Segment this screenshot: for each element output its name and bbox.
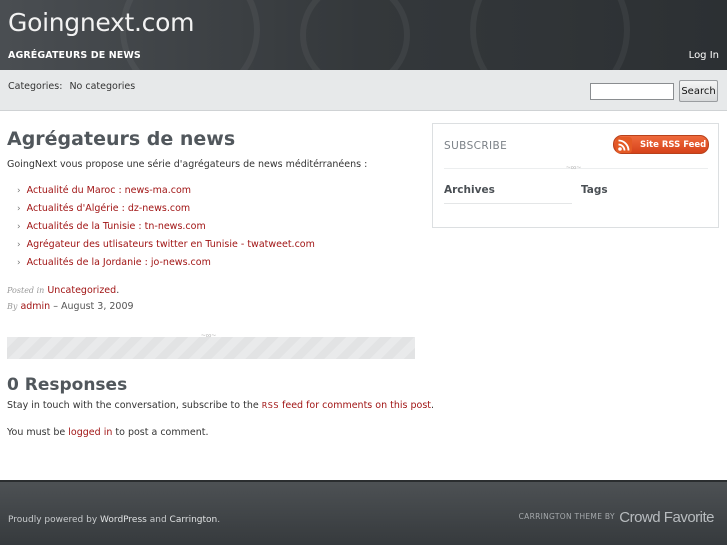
list-item: › Actualités de la Jordanie : jo-news.com xyxy=(17,257,315,275)
sidebar: SUBSCRIBE Site RSS Feed ~∞~ Archives Tag… xyxy=(432,123,719,228)
header-ornament xyxy=(300,0,410,70)
bullet-icon: › xyxy=(17,204,21,214)
login-to-comment-text: You must be logged in to post a comment. xyxy=(7,427,208,438)
aggregator-link[interactable]: Agrégateur des utlisateurs twitter en Tu… xyxy=(27,239,315,250)
site-title-link[interactable]: Goingnext.com xyxy=(8,8,194,37)
posted-in-label: Posted in xyxy=(7,286,45,295)
by-label: By xyxy=(7,302,18,311)
logged-in-link[interactable]: logged in xyxy=(68,427,112,438)
site-tagline: AGRÉGATEURS DE NEWS xyxy=(8,50,141,61)
bullet-icon: › xyxy=(17,240,21,250)
subscribe-comments-text: Stay in touch with the conversation, sub… xyxy=(7,400,434,411)
site-footer: Proudly powered by WordPress and Carring… xyxy=(0,480,727,545)
aggregator-link-list: › Actualité du Maroc : news-ma.com › Actua… xyxy=(17,185,315,275)
must-suffix: to post a comment. xyxy=(115,427,209,438)
rss-icon xyxy=(616,137,632,153)
subscribe-label: SUBSCRIBE xyxy=(444,140,508,152)
categories-label: Categories: xyxy=(8,81,63,92)
must-prefix: You must be xyxy=(7,427,66,438)
and-text: and xyxy=(149,515,167,525)
site-rss-feed-button[interactable]: Site RSS Feed xyxy=(613,135,709,154)
aggregator-link[interactable]: Actualités d'Algérie : dz-news.com xyxy=(27,203,191,214)
aggregator-link[interactable]: Actualité du Maroc : news-ma.com xyxy=(27,185,191,196)
aggregator-link[interactable]: Actualités de la Jordanie : jo-news.com xyxy=(27,257,211,268)
login-link[interactable]: Log In xyxy=(689,50,719,61)
comments-feed-label: feed for comments on this post xyxy=(282,400,431,411)
powered-prefix: Proudly powered by xyxy=(8,515,98,525)
powered-by-text: Proudly powered by WordPress and Carring… xyxy=(8,515,220,525)
post-title[interactable]: Agrégateurs de news xyxy=(7,128,235,150)
responses-title: 0 Responses xyxy=(7,375,128,395)
categories-row: Categories: No categories xyxy=(8,81,135,92)
site-header: Goingnext.com AGRÉGATEURS DE NEWS Log In xyxy=(0,0,727,70)
rss-feed-label: Site RSS Feed xyxy=(640,140,707,150)
categories-value: No categories xyxy=(69,81,136,92)
date-separator: – xyxy=(53,301,58,312)
carrington-link[interactable]: Carrington xyxy=(170,515,218,525)
section-divider-band xyxy=(7,337,415,359)
post-author-meta: By admin – August 3, 2009 xyxy=(7,301,134,312)
header-ornament xyxy=(470,0,630,70)
crowd-favorite-credit-link[interactable]: CARRINGTON THEME BY Crowd Favorite xyxy=(518,509,715,527)
sidebar-ornament-icon: ~∞~ xyxy=(566,163,582,172)
post-intro: GoingNext vous propose une série d'agrég… xyxy=(7,159,368,170)
comments-feed-link[interactable]: RSS feed for comments on this post xyxy=(262,400,431,411)
list-item: › Actualités d'Algérie : dz-news.com xyxy=(17,203,315,221)
tags-heading: Tags xyxy=(581,184,608,196)
list-item: › Actualité du Maroc : news-ma.com xyxy=(17,185,315,203)
aggregator-link[interactable]: Actualités de la Tunisie : tn-news.com xyxy=(27,221,206,232)
stay-suffix: . xyxy=(431,400,435,411)
bullet-icon: › xyxy=(17,222,21,232)
search-button[interactable]: Search xyxy=(679,80,718,102)
bullet-icon: › xyxy=(17,186,21,196)
credit-small-text: CARRINGTON THEME BY xyxy=(518,512,615,521)
post-category-meta: Posted in Uncategorized. xyxy=(7,285,119,296)
bullet-icon: › xyxy=(17,258,21,268)
footer-period: . xyxy=(217,515,221,525)
category-link[interactable]: Uncategorized xyxy=(47,285,116,296)
search-input[interactable] xyxy=(590,83,674,100)
post-date: August 3, 2009 xyxy=(61,301,134,312)
list-item: › Agrégateur des utlisateurs twitter en T… xyxy=(17,239,315,257)
archives-heading: Archives xyxy=(444,184,495,196)
stay-prefix: Stay in touch with the conversation, sub… xyxy=(7,400,259,411)
archives-divider xyxy=(444,203,572,204)
list-item: › Actualités de la Tunisie : tn-news.com xyxy=(17,221,315,239)
rss-abbr: RSS xyxy=(261,401,279,410)
crowd-favorite-logo: Crowd Favorite xyxy=(619,509,714,526)
author-link[interactable]: admin xyxy=(20,301,50,312)
wordpress-link[interactable]: WordPress xyxy=(100,515,147,525)
category-search-bar: Categories: No categories Search xyxy=(0,70,727,111)
meta-period: . xyxy=(116,285,120,296)
